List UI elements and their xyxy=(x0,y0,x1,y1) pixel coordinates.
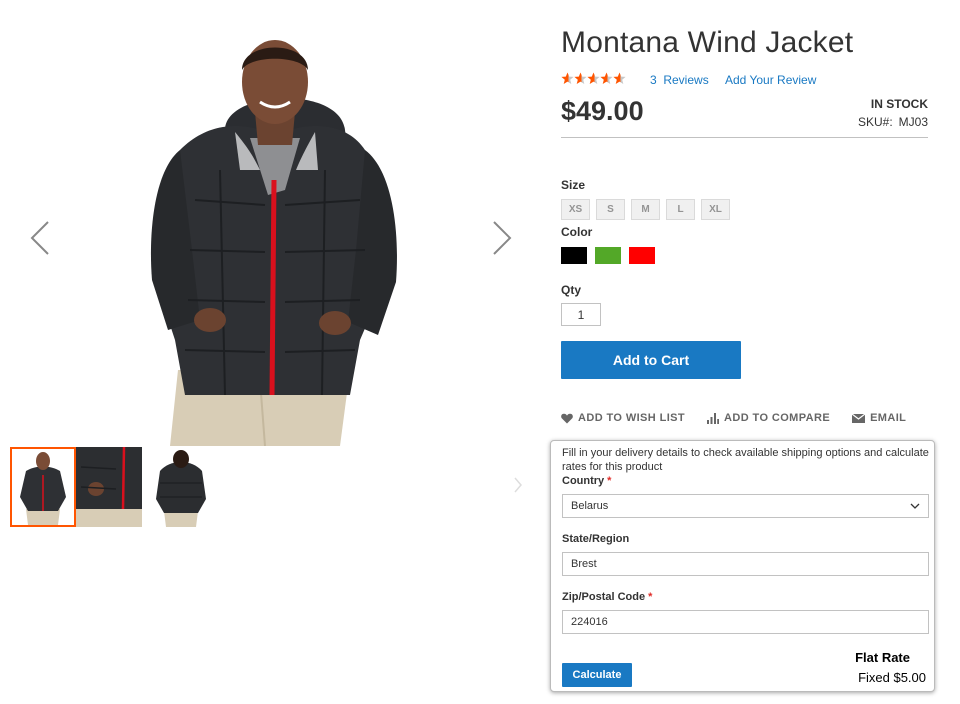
rating-stars xyxy=(561,72,626,84)
region-value: Brest xyxy=(571,558,597,570)
product-title: Montana Wind Jacket xyxy=(561,26,854,59)
price-divider xyxy=(561,137,928,138)
product-price: $49.00 xyxy=(561,96,644,126)
add-to-compare-link[interactable]: ADD TO COMPARE xyxy=(707,412,830,424)
gallery-thumbnail-2[interactable] xyxy=(76,447,142,527)
zip-label: Zip/Postal Code * xyxy=(562,591,652,603)
chevron-down-icon xyxy=(910,503,920,509)
stock-status: IN STOCK xyxy=(870,97,928,111)
size-swatch-xl[interactable]: XL xyxy=(701,199,730,220)
product-sku: SKU#: MJ03 xyxy=(858,115,928,129)
country-label-text: Country xyxy=(562,475,605,487)
color-swatches xyxy=(561,247,655,264)
wishlist-label: ADD TO WISH LIST xyxy=(578,412,686,424)
color-swatch-black[interactable] xyxy=(561,247,587,264)
size-label: Size xyxy=(561,178,586,192)
reviews-link[interactable]: 3 Reviews xyxy=(650,73,709,87)
region-label: State/Region xyxy=(562,533,630,545)
country-select[interactable]: Belarus xyxy=(562,494,929,518)
product-main-image[interactable] xyxy=(60,20,480,446)
size-swatch-l[interactable]: L xyxy=(666,199,695,220)
email-label: EMAIL xyxy=(870,412,907,424)
shipping-estimate-panel: Fill in your delivery details to check a… xyxy=(550,440,935,692)
product-gallery xyxy=(0,0,540,540)
envelope-icon xyxy=(852,413,866,423)
shipping-intro-text: Fill in your delivery details to check a… xyxy=(562,447,929,473)
product-social-links: ADD TO WISH LIST ADD TO COMPARE EMAIL xyxy=(561,412,928,424)
gallery-next-arrow-icon[interactable] xyxy=(490,218,514,258)
gallery-thumbnail-3[interactable] xyxy=(148,447,214,527)
add-to-cart-button[interactable]: Add to Cart xyxy=(561,341,741,379)
qty-input[interactable] xyxy=(561,303,601,326)
add-to-wishlist-link[interactable]: ADD TO WISH LIST xyxy=(561,412,685,424)
region-input[interactable]: Brest xyxy=(562,552,929,576)
calculate-button[interactable]: Calculate xyxy=(562,663,632,687)
compare-label: ADD TO COMPARE xyxy=(724,412,831,424)
gallery-thumbnail-1[interactable] xyxy=(10,447,76,527)
email-link[interactable]: EMAIL xyxy=(852,412,906,424)
thumbnails-next-arrow-icon[interactable] xyxy=(512,475,524,495)
size-swatch-xs[interactable]: XS xyxy=(561,199,590,220)
zip-input[interactable]: 224016 xyxy=(562,610,929,634)
size-swatch-s[interactable]: S xyxy=(596,199,625,220)
add-review-link[interactable]: Add Your Review xyxy=(725,73,816,87)
zip-label-text: Zip/Postal Code xyxy=(562,591,646,603)
size-swatches: XS S M L XL xyxy=(561,199,730,220)
country-label: Country * xyxy=(562,475,611,487)
color-swatch-red[interactable] xyxy=(629,247,655,264)
size-swatch-m[interactable]: M xyxy=(631,199,660,220)
sku-label: SKU#: xyxy=(857,115,893,129)
gallery-prev-arrow-icon[interactable] xyxy=(28,218,52,258)
color-swatch-green[interactable] xyxy=(595,247,621,264)
required-marker: * xyxy=(607,475,612,487)
color-label: Color xyxy=(561,225,593,239)
required-marker: * xyxy=(648,591,653,603)
country-value: Belarus xyxy=(571,500,609,512)
shipping-rate-price: Fixed $5.00 xyxy=(858,670,926,685)
qty-label: Qty xyxy=(561,283,582,297)
zip-value: 224016 xyxy=(571,616,608,628)
sku-value: MJ03 xyxy=(898,115,928,129)
shipping-rate-name: Flat Rate xyxy=(855,650,910,665)
heart-icon xyxy=(561,413,573,423)
bar-chart-icon xyxy=(707,412,720,424)
